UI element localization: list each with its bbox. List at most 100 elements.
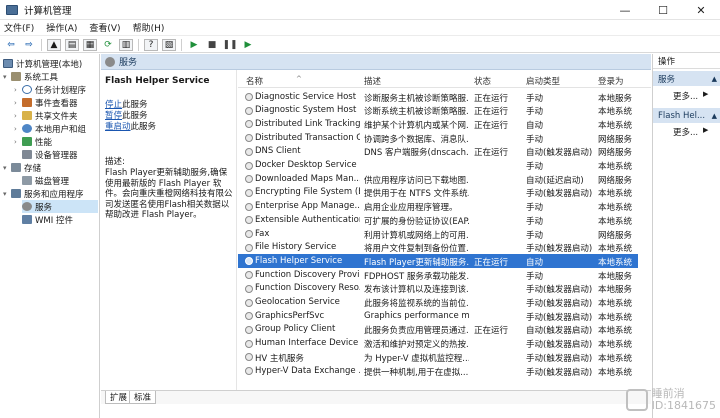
menu-view[interactable]: 查看(V) [89, 21, 120, 34]
minimize-button[interactable]: — [606, 0, 644, 20]
watermark-text: 睡前消 ID:1841675 [652, 388, 716, 412]
show-hide-tree-icon[interactable]: ▤ [65, 38, 79, 51]
tab-standard[interactable]: 标准 [129, 391, 157, 404]
tree-item-event-viewer[interactable]: › 事件查看器 [14, 96, 78, 109]
list-header: ^ 名称 描述 状态 启动类型 登录为 [238, 70, 651, 88]
service-row[interactable]: Group Policy Client 此服务负责应用管理员通过... 正在运行 自动… [238, 323, 638, 337]
service-log-on-as: 本地系统 [598, 162, 633, 172]
menu-bar: 文件(F) 操作(A) 查看(V) 帮助(H) [0, 20, 720, 36]
pane-title: 服务 [119, 58, 138, 68]
service-row[interactable]: Diagnostic Service Host 诊断服务主机被诊断策略服... 正在… [238, 90, 638, 104]
actions-pane: 操作 服务 ▲ 更多... ▶ Flash Hel... ▲ 更多... ▶ [652, 54, 720, 418]
stop-service-icon[interactable]: ■ [205, 39, 219, 51]
column-header-startup-type[interactable]: 启动类型 [526, 75, 560, 87]
expand-chevron-icon[interactable]: › [14, 86, 22, 94]
expand-chevron-icon[interactable]: › [14, 125, 22, 133]
tab-extended[interactable]: 扩展 [105, 391, 133, 404]
service-row[interactable]: DNS Client DNS 客户端服务(dnscach... 正在运行 自动(触发器… [238, 145, 638, 159]
actions-section-services[interactable]: 服务 ▲ [653, 71, 720, 86]
show-action-pane-icon[interactable]: ▧ [162, 38, 176, 51]
service-row[interactable]: Flash Helper Service Flash Player更新辅助服务..… [238, 254, 638, 269]
restart-service-icon[interactable]: ▶ [241, 39, 255, 51]
service-startup-type: 手动(触发器启动) [526, 244, 593, 255]
tree-item-storage[interactable]: ▾ 存储 [3, 161, 41, 174]
service-row[interactable]: Enterprise App Manage... 启用企业应用程序管理。 手动 本地系… [238, 200, 638, 214]
tree-item-performance[interactable]: › 性能 [14, 135, 52, 148]
service-row[interactable]: File History Service 将用户文件复制到备份位置... 手动(触发… [238, 241, 638, 255]
help-icon[interactable]: ? [144, 38, 158, 51]
export-list-icon[interactable]: ▥ [119, 38, 133, 51]
expand-chevron-icon[interactable]: › [14, 138, 22, 146]
properties-icon[interactable]: ▦ [83, 38, 97, 51]
tree-item-services-apps[interactable]: ▾ 服务和应用程序 [3, 187, 84, 200]
tree-item-wmi[interactable]: WMI 控件 [22, 213, 73, 226]
service-row[interactable]: Distributed Transaction C... 协调跨多个数据库、消息队… [238, 131, 638, 145]
service-gear-icon [245, 161, 253, 170]
pause-service-icon[interactable]: ❚❚ [222, 39, 237, 51]
collapse-up-icon[interactable]: ▲ [712, 75, 717, 83]
service-row[interactable]: Downloaded Maps Man... 供应用程序访问已下载地图... 自动(… [238, 172, 638, 186]
tree-item-root[interactable]: 计算机管理(本地) [3, 57, 82, 70]
maximize-button[interactable]: ☐ [644, 0, 682, 20]
collapse-chevron-icon[interactable]: ▾ [3, 73, 11, 81]
up-level-icon[interactable]: ▲ [47, 38, 61, 51]
collapse-chevron-icon[interactable]: ▾ [3, 190, 11, 198]
service-row[interactable]: Function Discovery Reso... 发布该计算机以及连接到该..… [238, 282, 638, 296]
service-row[interactable]: GraphicsPerfSvc Graphics performance m...… [238, 309, 638, 323]
service-row[interactable]: Hyper-V Data Exchange ... 提供一种机制,用于在虚拟...… [238, 364, 638, 378]
service-row[interactable]: Diagnostic System Host 诊断系统主机被诊断策略服... 正在运… [238, 104, 638, 118]
service-row[interactable]: Extensible Authentication... 可扩展的身份验证协议(E… [238, 213, 638, 227]
service-row[interactable]: Fax 利用计算机或网络上的可用... 手动 网络服务 [238, 227, 638, 241]
more-actions-label: 更多... [673, 128, 699, 138]
tree-item-local-users[interactable]: › 本地用户和组 [14, 122, 86, 135]
service-description: FDPHOST 服务承载功能发... [364, 271, 469, 282]
service-row[interactable]: Docker Desktop Service 手动 本地系统 [238, 159, 638, 173]
more-actions-flash-helper[interactable]: 更多... ▶ [673, 126, 708, 138]
menu-action[interactable]: 操作(A) [46, 21, 77, 34]
tree-item-system-tools[interactable]: ▾ 系统工具 [3, 70, 58, 83]
service-row[interactable]: HV 主机服务 为 Hyper-V 虚拟机监控程... 手动(触发器启动) 本地系统 [238, 350, 638, 364]
refresh-icon[interactable]: ⟳ [101, 39, 115, 51]
link-suffix: 此服务 [122, 111, 148, 121]
back-icon[interactable]: ⇦ [4, 39, 18, 51]
service-startup-type: 手动 [526, 216, 544, 227]
stop-service-link[interactable]: 停止 [105, 100, 122, 110]
service-log-on-as: 本地系统 [598, 312, 633, 323]
expand-chevron-icon[interactable]: › [14, 99, 22, 107]
column-header-log-on-as[interactable]: 登录为 [598, 75, 624, 87]
service-log-on-as: 网络服务 [598, 134, 633, 145]
column-header-description[interactable]: 描述 [364, 75, 381, 87]
service-startup-type: 自动 [526, 120, 544, 131]
service-row[interactable]: Function Discovery Provi... FDPHOST 服务承载功… [238, 268, 638, 282]
collapse-up-icon[interactable]: ▲ [712, 112, 717, 120]
service-row[interactable]: Distributed Link Tracking... 维护某个计算机内或某个网… [238, 117, 638, 131]
pause-service-link[interactable]: 暂停 [105, 111, 122, 121]
service-row[interactable]: Encrypting File System (E... 提供用于在 NTFS 文… [238, 186, 638, 200]
service-log-on-as: 本地系统 [598, 257, 633, 268]
menu-file[interactable]: 文件(F) [4, 21, 34, 34]
service-row[interactable]: Human Interface Device ... 激活和维护对预定义的热按..… [238, 337, 638, 351]
column-header-name[interactable]: 名称 [246, 75, 263, 87]
restart-service-link[interactable]: 重启动 [105, 122, 131, 132]
service-description: 发布该计算机以及连接到该... [364, 285, 469, 296]
service-log-on-as: 网络服务 [598, 175, 633, 186]
start-service-icon[interactable]: ▶ [187, 39, 201, 51]
column-header-status[interactable]: 状态 [474, 75, 491, 87]
close-button[interactable]: ✕ [682, 0, 720, 20]
tree-item-shared-folders[interactable]: › 共享文件夹 [14, 109, 78, 122]
service-log-on-as: 本地系统 [598, 353, 633, 364]
service-row[interactable]: Geolocation Service 此服务将监视系统的当前位... 手动(触发器… [238, 296, 638, 310]
expand-chevron-icon[interactable]: › [14, 112, 22, 120]
collapse-chevron-icon[interactable]: ▾ [3, 164, 11, 172]
actions-section-flash-helper[interactable]: Flash Hel... ▲ [653, 108, 720, 123]
tree-item-device-manager[interactable]: 设备管理器 [22, 148, 78, 161]
tree-item-disk-management[interactable]: 磁盘管理 [22, 174, 69, 187]
tree-item-task-scheduler[interactable]: › 任务计划程序 [14, 83, 86, 96]
forward-icon[interactable]: ⇨ [22, 39, 36, 51]
tree-item-label: 本地用户和组 [35, 124, 87, 135]
menu-help[interactable]: 帮助(H) [133, 21, 165, 34]
tree-item-services[interactable]: 服务 [22, 200, 98, 213]
clock-icon [22, 85, 32, 94]
more-actions-services[interactable]: 更多... ▶ [673, 90, 708, 102]
tree-item-label: 服务 [35, 202, 53, 213]
